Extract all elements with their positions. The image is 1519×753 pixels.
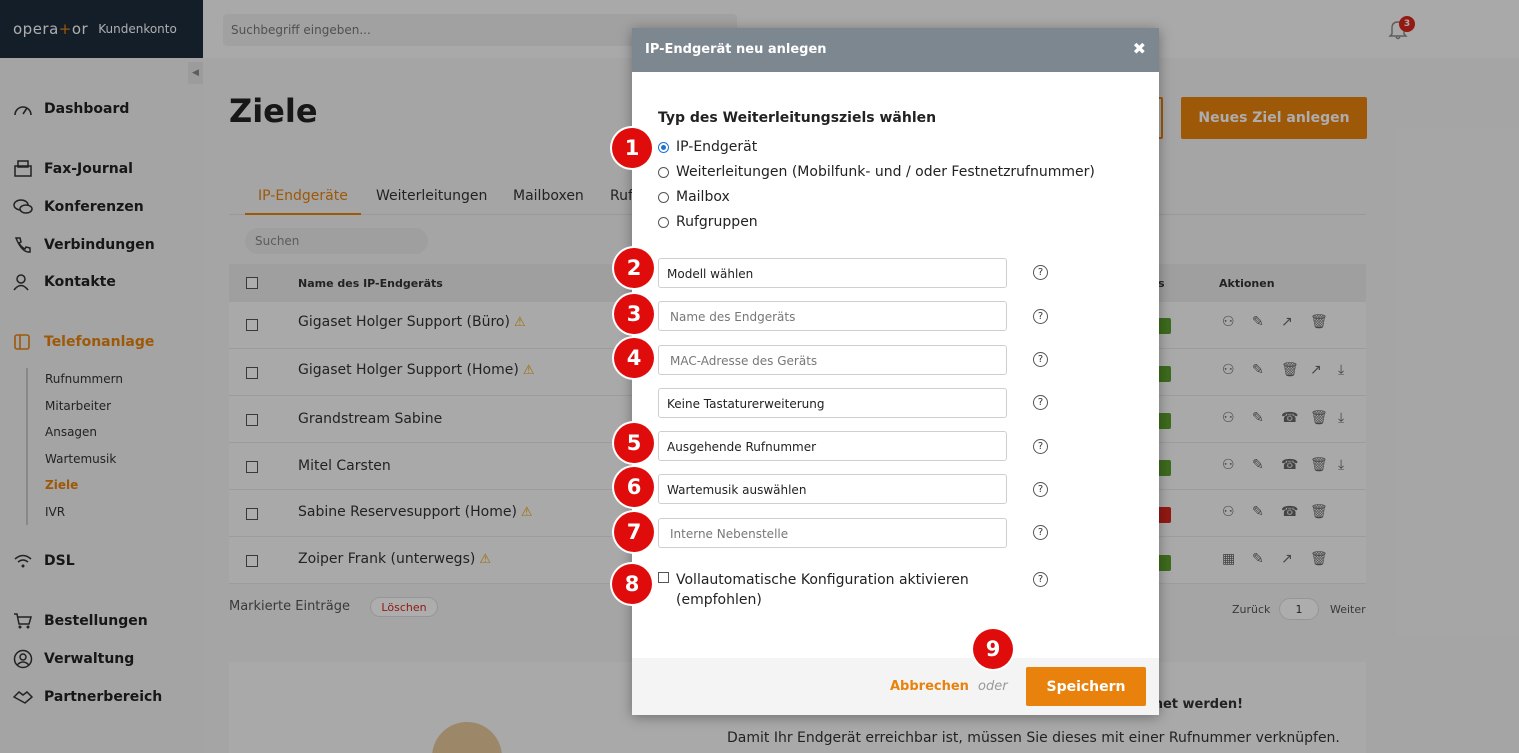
marker-4: 4 xyxy=(614,338,654,378)
radio-label: Rufgruppen xyxy=(676,214,758,230)
internal-extension-input[interactable]: Interne Nebenstelle xyxy=(658,518,1007,548)
radio-label: IP-Endgerät xyxy=(676,139,758,155)
dialog-footer: Abbrechen oder Speichern xyxy=(632,658,1159,715)
marker-8: 8 xyxy=(612,564,652,604)
keyboard-extension-select[interactable]: Keine Tastaturerweiterung xyxy=(658,388,1007,418)
radio-label: Weiterleitungen (Mobilfunk- und / oder F… xyxy=(676,164,1095,180)
marker-9: 9 xyxy=(973,629,1013,669)
or-separator: oder xyxy=(978,679,1008,694)
radio-ip-endgeraet[interactable]: IP-Endgerät xyxy=(658,139,757,155)
marker-7: 7 xyxy=(614,512,654,552)
radio-button-selected[interactable] xyxy=(658,141,669,153)
marker-3: 3 xyxy=(614,294,654,334)
radio-button[interactable] xyxy=(658,216,669,228)
help-icon[interactable]: ? xyxy=(1033,439,1048,454)
radio-button[interactable] xyxy=(658,191,669,203)
outgoing-number-select[interactable]: Ausgehende Rufnummer xyxy=(658,431,1007,461)
device-name-input[interactable]: Name des Endgeräts xyxy=(658,301,1007,331)
create-device-dialog: IP-Endgerät neu anlegen ✖ Typ des Weiter… xyxy=(632,28,1159,715)
help-icon[interactable]: ? xyxy=(1033,309,1048,324)
cancel-button[interactable]: Abbrechen xyxy=(890,679,969,694)
app: opera+or Kundenkonto ◀ Dashboard Fax-Jou… xyxy=(0,0,1519,753)
auto-config-checkbox[interactable] xyxy=(658,572,669,583)
help-icon[interactable]: ? xyxy=(1033,482,1048,497)
help-icon[interactable]: ? xyxy=(1033,572,1048,587)
auto-config-label: Vollautomatische Konfiguration aktiviere… xyxy=(676,572,969,608)
marker-6: 6 xyxy=(614,467,654,507)
help-icon[interactable]: ? xyxy=(1033,395,1048,410)
radio-mailbox[interactable]: Mailbox xyxy=(658,189,730,205)
section-title: Typ des Weiterleitungsziels wählen xyxy=(658,110,937,126)
marker-1: 1 xyxy=(612,128,652,168)
hold-music-select[interactable]: Wartemusik auswählen xyxy=(658,474,1007,504)
help-icon[interactable]: ? xyxy=(1033,265,1048,280)
dialog-body: Typ des Weiterleitungsziels wählen IP-En… xyxy=(632,28,1159,658)
help-icon[interactable]: ? xyxy=(1033,525,1048,540)
radio-weiterleitungen[interactable]: Weiterleitungen (Mobilfunk- und / oder F… xyxy=(658,164,1095,180)
radio-button[interactable] xyxy=(658,166,669,178)
radio-rufgruppen[interactable]: Rufgruppen xyxy=(658,214,758,230)
save-button[interactable]: Speichern xyxy=(1026,667,1146,706)
model-select[interactable]: Modell wählen xyxy=(658,258,1007,288)
mac-address-input[interactable]: MAC-Adresse des Geräts xyxy=(658,345,1007,375)
marker-2: 2 xyxy=(614,248,654,288)
help-icon[interactable]: ? xyxy=(1033,352,1048,367)
marker-5: 5 xyxy=(614,423,654,463)
radio-label: Mailbox xyxy=(676,189,730,205)
